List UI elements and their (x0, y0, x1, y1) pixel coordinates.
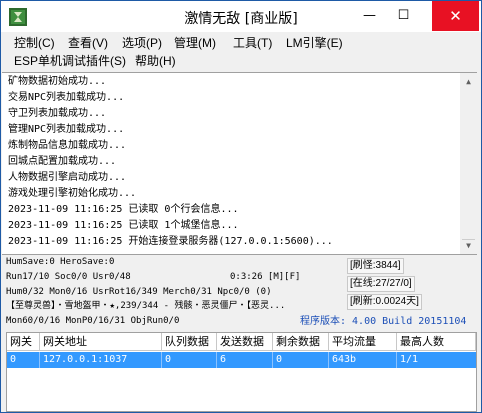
cell-max-users: 1/1 (400, 354, 419, 365)
log-line: 2023-11-09 11:16:25 已读取 1个城堡信息... (8, 220, 239, 231)
column-header-avg-traffic[interactable]: 平均流量 (329, 333, 397, 351)
cell-remaining: 0 (273, 352, 329, 368)
cell-gateway: 0 (7, 352, 40, 368)
cell-avg-traffic: 643b (329, 352, 397, 368)
log-scrollbar[interactable]: ▲ ▼ (460, 73, 477, 254)
gateway-table: 网关 网关地址 队列数据 发送数据 剩余数据 平均流量 最高人数 0 127.0… (6, 332, 477, 412)
log-line: 管理NPC列表加载成功... (8, 124, 125, 135)
main-window: 激情无敌 [商业版] — ☐ ✕ 控制(C) 查看(V) 选项(P) 管理(M)… (0, 0, 482, 413)
object-status: Hum0/32 Mon0/16 UsrRot16/349 Merch0/31 N… (6, 287, 272, 297)
online-badge: [在线:27/27/0] (347, 276, 415, 292)
column-header-remaining[interactable]: 剩余数据 (273, 333, 329, 351)
menu-lm-engine[interactable]: LM引擎(E) (286, 35, 343, 51)
log-line: 2023-11-09 11:16:25 已读取 0个行会信息... (8, 204, 239, 215)
refresh-monster-badge: [刷怪:3844] (347, 258, 404, 274)
column-header-sent[interactable]: 发送数据 (217, 333, 273, 351)
log-line: 交易NPC列表加载成功... (8, 92, 125, 103)
menu-manage[interactable]: 管理(M) (174, 35, 216, 51)
menu-tools[interactable]: 工具(T) (233, 35, 272, 51)
status-panel: HumSave:0 HeroSave:0 Run17/10 Soc0/0 Usr… (2, 254, 479, 330)
menu-control[interactable]: 控制(C) (14, 35, 55, 51)
log-line: 炼制物品信息加载成功... (8, 140, 127, 151)
close-button[interactable]: ✕ (432, 1, 479, 31)
menu-options[interactable]: 选项(P) (122, 35, 162, 51)
column-header-address[interactable]: 网关地址 (40, 333, 162, 351)
scroll-down-arrow-icon[interactable]: ▼ (460, 237, 477, 254)
monster-counts: Mon60/0/16 MonP0/16/31 ObjRun0/0 (6, 316, 180, 326)
cell-sent: 6 (217, 352, 273, 368)
program-version: 程序版本: 4.00 Build 20151104 (300, 316, 467, 327)
log-line: 2023-11-09 11:16:25 开始连接登录服务器(127.0.0.1:… (8, 236, 333, 247)
menu-help[interactable]: 帮助(H) (135, 53, 176, 69)
scroll-up-arrow-icon[interactable]: ▲ (460, 73, 477, 90)
runtime: 0:3:26 [M][F] (230, 272, 301, 282)
minimize-button[interactable]: — (353, 1, 386, 31)
log-panel[interactable]: 矿物数据初始成功... 交易NPC列表加载成功... 守卫列表加载成功... 管… (2, 72, 477, 255)
log-line: 回城点配置加载成功... (8, 156, 117, 167)
table-row[interactable]: 0 127.0.0.1:1037 0 6 0 643b 1/1 (7, 352, 476, 368)
column-header-queue[interactable]: 队列数据 (162, 333, 217, 351)
log-line: 游戏处理引擎初始化成功... (8, 188, 137, 199)
cell-queue: 0 (162, 352, 217, 368)
log-lines: 矿物数据初始成功... 交易NPC列表加载成功... 守卫列表加载成功... 管… (8, 74, 448, 250)
menu-esp-plugin[interactable]: ESP单机调试插件(S) (14, 53, 126, 69)
run-status: Run17/10 Soc0/0 Usr0/48 (6, 272, 131, 282)
log-line: 人物数据引擎启动成功... (8, 172, 127, 183)
column-header-gateway[interactable]: 网关 (7, 333, 40, 351)
log-line: 矿物数据初始成功... (8, 76, 107, 87)
column-header-max-users[interactable]: 最高人数 (397, 333, 476, 351)
title-bar[interactable]: 激情无敌 [商业版] — ☐ ✕ (1, 1, 481, 32)
refresh-time-badge: [刷新:0.0024天] (347, 294, 422, 310)
menu-bar: 控制(C) 查看(V) 选项(P) 管理(M) 工具(T) LM引擎(E) ES… (1, 32, 481, 71)
save-status: HumSave:0 HeroSave:0 (6, 257, 115, 267)
menu-view[interactable]: 查看(V) (68, 35, 108, 51)
cell-address: 127.0.0.1:1037 (40, 352, 162, 368)
monster-info: 【至尊灵兽】・雪地盔甲・★,239/344 - 残骸・恶灵僵尸・【恶灵... (6, 301, 286, 311)
log-line: 守卫列表加载成功... (8, 108, 107, 119)
maximize-button[interactable]: ☐ (387, 1, 420, 31)
